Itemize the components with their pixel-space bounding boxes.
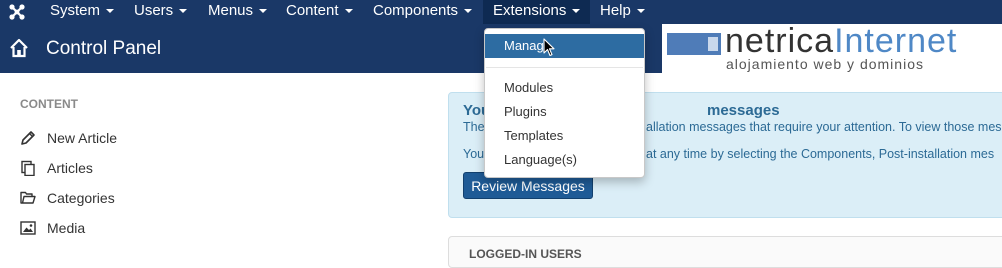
menu-help[interactable]: Help — [593, 0, 652, 24]
dropdown-item-manage[interactable]: Manage — [485, 34, 644, 58]
dropdown-item-languages[interactable]: Language(s) — [485, 148, 644, 172]
menu-extensions[interactable]: Extensions — [483, 0, 591, 24]
menu-components-label: Components — [373, 2, 459, 19]
brand-mark-inner — [708, 37, 718, 51]
message-title-end: messages — [707, 102, 780, 119]
caret-down-icon — [464, 9, 473, 14]
caret-down-icon — [106, 9, 115, 14]
logged-in-users-panel: LOGGED-IN USERS — [448, 236, 1002, 268]
menu-system[interactable]: System — [43, 0, 121, 24]
home-icon — [8, 37, 30, 59]
sidebar-item-label: Articles — [47, 160, 93, 176]
copy-icon — [20, 160, 36, 177]
dropdown-item-modules[interactable]: Modules — [485, 76, 644, 100]
menu-menus-label: Menus — [208, 2, 254, 19]
menu-system-label: System — [50, 2, 101, 19]
menu-menus[interactable]: Menus — [201, 0, 274, 24]
page-title: Control Panel — [46, 38, 162, 59]
message-line1-start: The — [463, 120, 485, 134]
dropdown-item-plugins[interactable]: Plugins — [485, 100, 644, 124]
joomla-logo-icon[interactable] — [8, 3, 26, 21]
dropdown-divider — [486, 67, 643, 68]
caret-down-icon — [344, 9, 353, 14]
brand-tagline: alojamiento web y dominios — [726, 56, 924, 72]
mouse-cursor-icon — [543, 38, 555, 57]
message-line2-end: at any time by selecting the Components,… — [646, 147, 995, 161]
brand-mark — [667, 33, 721, 55]
brand-word-part1: netrica — [725, 22, 835, 60]
caret-down-icon — [179, 9, 188, 14]
menu-components[interactable]: Components — [366, 0, 479, 24]
menu-help-label: Help — [600, 2, 631, 19]
dropdown-item-templates[interactable]: Templates — [485, 124, 644, 148]
caret-down-icon — [572, 9, 581, 14]
caret-down-icon — [259, 9, 268, 14]
image-icon — [20, 220, 36, 236]
extensions-dropdown-menu: Manage Modules Plugins Templates Languag… — [484, 28, 645, 178]
sidebar-item-label: Media — [47, 220, 86, 236]
sidebar-item-label: Categories — [47, 190, 115, 206]
message-line2-start: You — [463, 147, 485, 161]
folder-icon — [20, 190, 36, 206]
sidebar-item-label: New Article — [47, 130, 118, 146]
menu-extensions-label: Extensions — [493, 2, 567, 19]
menu-content[interactable]: Content — [279, 0, 360, 24]
menu-users[interactable]: Users — [127, 0, 194, 24]
menu-users-label: Users — [134, 2, 174, 19]
sidebar-heading: CONTENT — [20, 97, 78, 111]
message-line1-end: allation messages that require your atte… — [646, 120, 1002, 134]
menu-content-label: Content — [286, 2, 339, 19]
pencil-icon — [20, 130, 36, 146]
brand-word-part2: Internet — [834, 22, 958, 60]
caret-down-icon — [636, 9, 645, 14]
logged-in-users-title: LOGGED-IN USERS — [469, 247, 582, 261]
